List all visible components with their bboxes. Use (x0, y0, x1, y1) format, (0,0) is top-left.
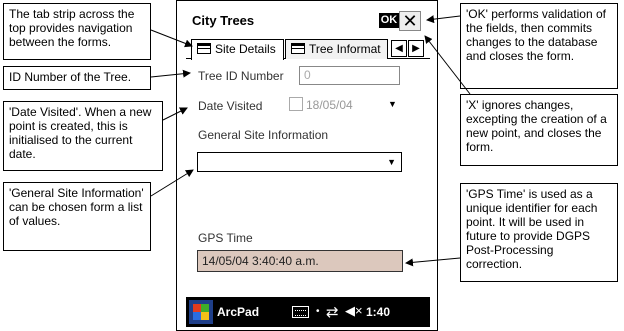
gps-time-label: GPS Time (198, 231, 253, 245)
date-visited-checkbox[interactable] (289, 97, 303, 111)
callout-date-visited: 'Date Visited'. When a new point is crea… (3, 101, 163, 171)
ok-button[interactable]: OK (379, 13, 399, 28)
tab-strip: Site Details Tree Informat ◀ ▶ (186, 39, 430, 60)
callout-tab-strip: The tab strip across the top provides na… (3, 3, 151, 60)
title-bar: City Trees OK ✕ (186, 7, 430, 33)
tab-label: Site Details (215, 42, 276, 56)
volume-icon[interactable]: ◀× (345, 303, 363, 319)
close-icon[interactable]: ✕ (399, 11, 421, 31)
form-tab-icon (197, 43, 211, 54)
date-visited-label: Date Visited (198, 99, 263, 113)
callout-x-button: 'X' ignores changes, excepting the creat… (460, 94, 618, 166)
chevron-down-icon[interactable]: ▼ (388, 99, 397, 109)
tab-tree-information[interactable]: Tree Informat (285, 39, 388, 59)
form-tab-icon (291, 43, 305, 54)
windows-start-icon[interactable] (189, 300, 213, 324)
taskbar-app-name[interactable]: ArcPad (217, 305, 259, 319)
window-title: City Trees (192, 13, 255, 28)
tree-id-label: Tree ID Number (198, 69, 284, 83)
tab-label: Tree Informat (309, 42, 381, 56)
taskbar-dot: • (316, 306, 320, 317)
tab-site-details[interactable]: Site Details (191, 39, 284, 60)
gps-time-field: 14/05/04 3:40:40 a.m. (197, 250, 403, 272)
taskbar-clock[interactable]: 1:40 (366, 305, 390, 319)
callout-tree-id: ID Number of the Tree. (3, 66, 151, 90)
pocketpc-form-window: City Trees OK ✕ Site Details Tree Inform… (176, 0, 438, 331)
general-site-select[interactable]: ▼ (197, 152, 402, 172)
keyboard-icon[interactable] (292, 306, 309, 318)
callout-ok-button: 'OK' performs validation of the fields, … (460, 3, 618, 89)
tree-id-input[interactable]: 0 (299, 66, 400, 85)
device-screen: City Trees OK ✕ Site Details Tree Inform… (186, 7, 430, 327)
connection-icon[interactable]: ⇄ (326, 303, 339, 321)
chevron-down-icon[interactable]: ▼ (387, 157, 396, 167)
general-site-label: General Site Information (198, 128, 329, 142)
callout-gps-time: 'GPS Time' is used as a unique identifie… (460, 183, 618, 282)
taskbar: ArcPad • ⇄ ◀× 1:40 (186, 297, 430, 327)
tab-scroll-right-button[interactable]: ▶ (408, 40, 424, 57)
tab-scroll-left-button[interactable]: ◀ (391, 40, 407, 57)
callout-general-site: 'General Site Information' can be chosen… (3, 182, 151, 251)
date-visited-value[interactable]: 18/05/04 (306, 98, 353, 112)
